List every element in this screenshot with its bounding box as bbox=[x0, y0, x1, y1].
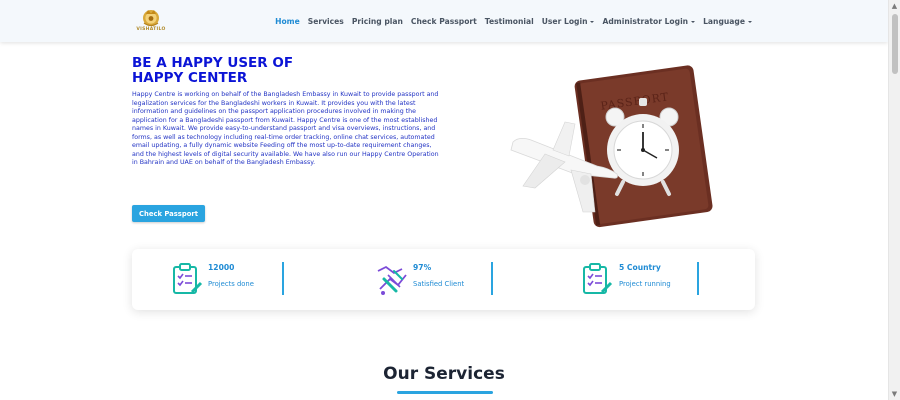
hero-description: Happy Centre is working on behalf of the… bbox=[132, 91, 439, 167]
stats-card: 12000 Projects done 97% Satisfied Client bbox=[132, 249, 755, 310]
page-scrollbar[interactable]: ▲ ▼ bbox=[888, 0, 900, 400]
check-passport-button[interactable]: Check Passport bbox=[132, 205, 205, 222]
nav-pricing-plan[interactable]: Pricing plan bbox=[352, 17, 403, 26]
page: VISHATILO Home Services Pricing plan Che… bbox=[0, 0, 888, 400]
section-title-underline bbox=[397, 391, 493, 394]
stat-satisfied-client: 97% Satisfied Client bbox=[332, 249, 502, 310]
hero-title-line2: HAPPY CENTER bbox=[132, 70, 248, 86]
handshake-icon bbox=[377, 265, 407, 295]
brand-logo[interactable]: VISHATILO bbox=[133, 6, 169, 38]
caret-down-icon bbox=[691, 20, 696, 23]
nav-testimonial[interactable]: Testimonial bbox=[485, 17, 534, 26]
nav-language-label: Language bbox=[703, 16, 745, 26]
stat-divider bbox=[282, 262, 284, 295]
stat-label: Project running bbox=[619, 280, 671, 288]
passport-clock-airplane-illustration: PASSPORT bbox=[510, 65, 713, 228]
hero-title-line1: BE A HAPPY USER OF bbox=[132, 55, 294, 71]
stat-value: 5 Country bbox=[619, 263, 661, 272]
nav-check-passport[interactable]: Check Passport bbox=[411, 17, 477, 26]
nav-services[interactable]: Services bbox=[308, 17, 344, 26]
caret-down-icon bbox=[748, 20, 752, 23]
scroll-up-arrow-icon[interactable]: ▲ bbox=[889, 0, 900, 12]
nav-language-dropdown[interactable]: Language bbox=[703, 17, 752, 26]
stat-project-running: 5 Country Project running bbox=[542, 249, 712, 310]
clipboard-check-icon bbox=[173, 263, 203, 294]
stat-label: Satisfied Client bbox=[413, 280, 465, 288]
stat-value: 97% bbox=[413, 263, 432, 272]
services-section-title: Our Services bbox=[383, 364, 505, 384]
clipboard-check-icon bbox=[583, 263, 613, 294]
hero-title: BE A HAPPY USER OF HAPPY CENTER bbox=[132, 56, 452, 86]
caret-down-icon bbox=[590, 20, 595, 23]
stat-projects-done: 12000 Projects done bbox=[132, 249, 292, 310]
main-nav: Home Services Pricing plan Check Passpor… bbox=[275, 0, 752, 42]
stat-value: 12000 bbox=[208, 263, 235, 272]
scroll-down-arrow-icon[interactable]: ▼ bbox=[889, 388, 900, 400]
nav-user-login-label: User Login bbox=[541, 16, 588, 26]
nav-user-login-dropdown[interactable]: User Login bbox=[542, 17, 595, 26]
crown-emblem-icon bbox=[143, 10, 159, 27]
nav-admin-login-label: Administrator Login bbox=[602, 16, 689, 26]
stat-label: Projects done bbox=[208, 280, 254, 288]
nav-admin-login-dropdown[interactable]: Administrator Login bbox=[602, 16, 696, 26]
stat-divider bbox=[697, 262, 699, 295]
top-navbar: VISHATILO Home Services Pricing plan Che… bbox=[0, 0, 888, 42]
nav-home[interactable]: Home bbox=[275, 17, 300, 26]
scrollbar-thumb[interactable] bbox=[892, 14, 898, 74]
brand-logo-text: VISHATILO bbox=[136, 27, 166, 32]
stat-divider bbox=[491, 262, 493, 295]
